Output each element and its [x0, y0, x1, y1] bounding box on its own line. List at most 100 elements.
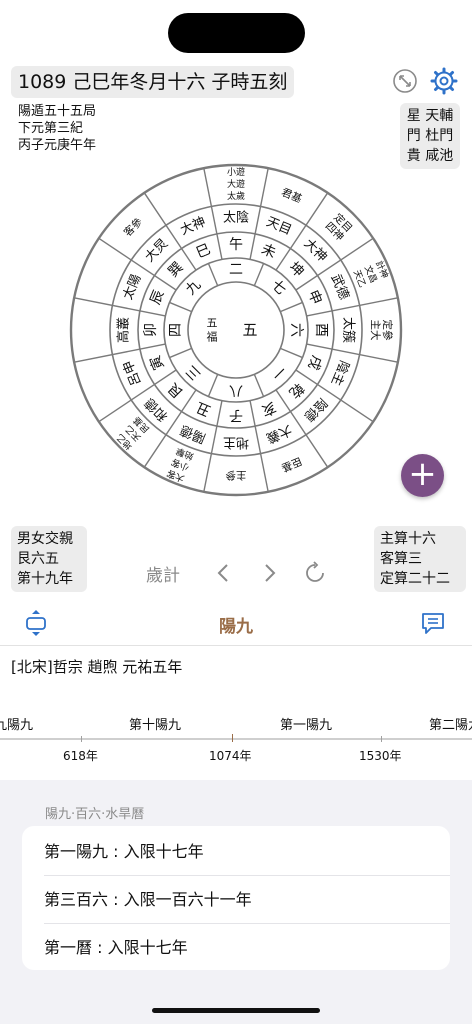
timeline-label: 九陽九 [0, 718, 34, 733]
tab-title: 陽九 [219, 617, 253, 637]
branch-label: 午 [229, 237, 243, 253]
ring-divider [280, 301, 303, 313]
detail-row[interactable]: 第一曆 : 入限十七年 [44, 924, 444, 972]
detail-row[interactable]: 第三百六 : 入限一百六十一年 [44, 876, 444, 924]
branch-label: 巽 [165, 259, 186, 280]
timeline-year: 1530年 [359, 749, 402, 763]
branch-label: 子 [229, 407, 243, 423]
guest-count: 客算三 [380, 551, 422, 567]
outer-deity-label: 主參 [225, 469, 246, 482]
deity-label: 陰主 [328, 358, 352, 388]
center-number: 五 [242, 321, 257, 339]
wheel-ring [163, 257, 309, 403]
gear-icon[interactable] [430, 67, 458, 95]
branch-label: 卯 [143, 323, 159, 337]
timeline-axis [0, 738, 472, 740]
comment-icon[interactable] [420, 610, 446, 636]
ring-divider [280, 347, 303, 359]
detail-row[interactable]: 第一陽九 : 入限十七年 [44, 828, 444, 876]
outer-deity-label: 君基 [279, 186, 304, 206]
hexagram-info[interactable]: 男女交親 艮六五 第十九年 [11, 526, 87, 592]
home-indicator [152, 1008, 320, 1013]
deity-label: 武德 [328, 272, 352, 302]
refresh-icon[interactable] [303, 561, 327, 585]
deity-label: 陽德 [178, 422, 208, 446]
outer-deity-label: 小遊 [227, 166, 245, 178]
timeline-label: 第十陽九 [129, 718, 182, 733]
hexagram-info-line: 艮六五 [17, 551, 59, 567]
deity-label: 太簇 [341, 317, 356, 343]
center-label: 五 [207, 317, 218, 330]
branch-label: 申 [304, 288, 324, 307]
chevron-right-icon[interactable] [261, 562, 279, 584]
ring-divider [207, 263, 219, 286]
outer-deity-label: 大遊 [227, 178, 245, 190]
branch-label: 亥 [259, 398, 278, 418]
ju-info-line: 下元第三紀 [18, 121, 84, 136]
ring-divider [169, 347, 192, 359]
outer-deity-label: 太歲 [227, 190, 245, 202]
branch-label: 未 [259, 241, 278, 261]
wheel-ring [187, 281, 285, 379]
outer-deity-label: 主大 [369, 320, 382, 341]
timeline-label: 第二陽九 [429, 718, 472, 733]
ring-divider [253, 374, 265, 397]
ring-divider [169, 301, 192, 313]
ring-divider [207, 374, 219, 397]
timeline-year: 1074年 [209, 749, 252, 763]
branch-label: 酉 [313, 323, 329, 337]
outer-deity-label: 臣基 [279, 454, 304, 474]
palace-number: 八 [229, 382, 243, 398]
palace-number: 一 [268, 362, 289, 383]
center-label: 福 [207, 330, 218, 344]
deity-label: 高叢 [116, 317, 132, 343]
details-card: 第一陽九 : 入限十七年 第三百六 : 入限一百六十一年 第一曆 : 入限十七年 [22, 826, 450, 970]
hexagram-info-line: 男女交親 [17, 531, 73, 547]
timeline-marker [232, 734, 233, 742]
compass-icon[interactable] [392, 68, 418, 94]
section-title: 陽九·百六·水旱曆 [45, 807, 145, 822]
branch-label: 戌 [304, 353, 324, 372]
add-button[interactable]: + [401, 454, 444, 497]
year-calc-label[interactable]: 歲計 [146, 561, 180, 586]
era-label: [北宋]哲宗 趙煦 元祐五年 [11, 658, 183, 676]
chevron-left-icon[interactable] [214, 562, 232, 584]
palace-number: 七 [268, 277, 289, 298]
fixed-count: 定算二十二 [380, 571, 450, 587]
deity-label: 大義 [264, 422, 294, 447]
branch-label: 辰 [147, 288, 167, 307]
timeline-tick [81, 736, 82, 742]
branch-label: 巳 [194, 241, 213, 261]
timeline[interactable]: 九陽九 第十陽九 第一陽九 第二陽九 618年 1074年 1530年 [0, 700, 472, 780]
deity-label: 大神 [178, 215, 208, 239]
host-count: 主算十六 [380, 531, 436, 547]
dynamic-island [168, 13, 305, 53]
palace-number: 九 [183, 277, 204, 298]
hexagram-info-line: 第十九年 [17, 571, 73, 587]
palace-number: 六 [288, 323, 304, 337]
divider [0, 645, 472, 646]
calculation-info[interactable]: 主算十六 客算三 定算二十二 [374, 526, 466, 592]
branch-label: 乾 [285, 379, 306, 400]
outer-deity-label: 定參 [381, 320, 394, 341]
palace-number: 二 [229, 262, 243, 278]
deity-label: 地主 [223, 435, 249, 450]
palace-number: 四 [168, 323, 184, 337]
deity-label: 天目 [264, 215, 294, 239]
branch-label: 坤 [285, 259, 306, 280]
deity-label: 呂申 [121, 358, 145, 388]
branch-label: 艮 [165, 379, 186, 400]
date-title[interactable]: 1089 己巳年冬月十六 子時五刻 [11, 66, 295, 98]
timeline-year: 618年 [63, 749, 98, 763]
deity-label: 太陽 [121, 272, 145, 302]
deity-label: 太陰 [223, 211, 249, 226]
outer-deity-label: 客參 [121, 215, 145, 239]
gate-info: 門 杜門 [406, 128, 454, 144]
branch-label: 丑 [194, 398, 213, 418]
palace-number: 三 [183, 362, 204, 383]
ring-divider [253, 263, 265, 286]
timeline-tick [381, 736, 382, 742]
branch-label: 寅 [146, 353, 167, 372]
ju-info: 陽遁五十五局 下元第三紀 丙子元庚午年 [18, 103, 96, 154]
ju-info-line: 陽遁五十五局 [18, 104, 97, 119]
